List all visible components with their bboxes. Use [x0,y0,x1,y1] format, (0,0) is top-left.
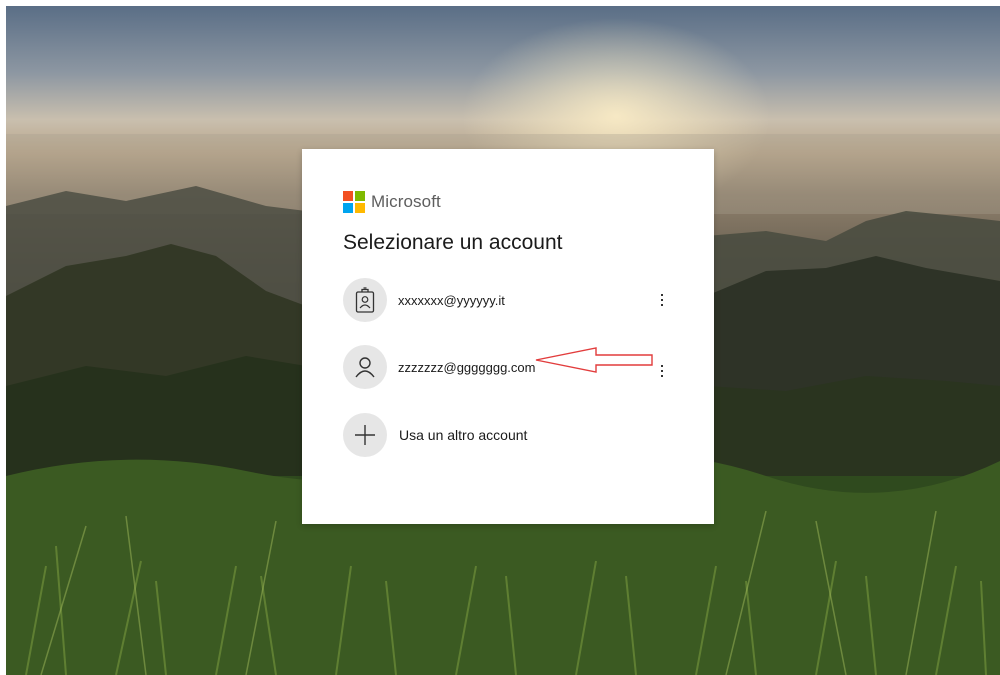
page-title: Selezionare un account [343,231,563,254]
more-vertical-icon [660,365,664,377]
brand: Microsoft [343,191,441,213]
logo-square-green [355,191,365,201]
use-another-account-label: Usa un altro account [399,427,528,443]
more-vertical-icon [660,294,664,306]
use-another-account-button[interactable]: Usa un altro account [343,413,683,457]
badge-person-icon [355,287,375,313]
logo-square-blue [343,203,353,213]
account-email: zzzzzzz@ggggggg.com [398,359,536,375]
microsoft-logo-icon [343,191,365,213]
screen: Microsoft Selezionare un account xxxxxxx… [0,0,1000,675]
brand-name: Microsoft [371,192,441,211]
logo-square-yellow [355,203,365,213]
avatar [343,345,387,389]
account-tile-1[interactable]: xxxxxxx@yyyyyy.it [343,278,683,322]
account-email: xxxxxxx@yyyyyy.it [398,292,505,308]
more-options-button[interactable] [655,286,669,314]
person-icon [355,357,375,378]
more-options-button[interactable] [655,357,669,385]
avatar [343,278,387,322]
account-picker-card: Microsoft Selezionare un account xxxxxxx… [302,149,714,524]
avatar [343,413,387,457]
logo-square-red [343,191,353,201]
annotation-arrow-icon [535,347,653,373]
plus-icon [355,425,375,445]
